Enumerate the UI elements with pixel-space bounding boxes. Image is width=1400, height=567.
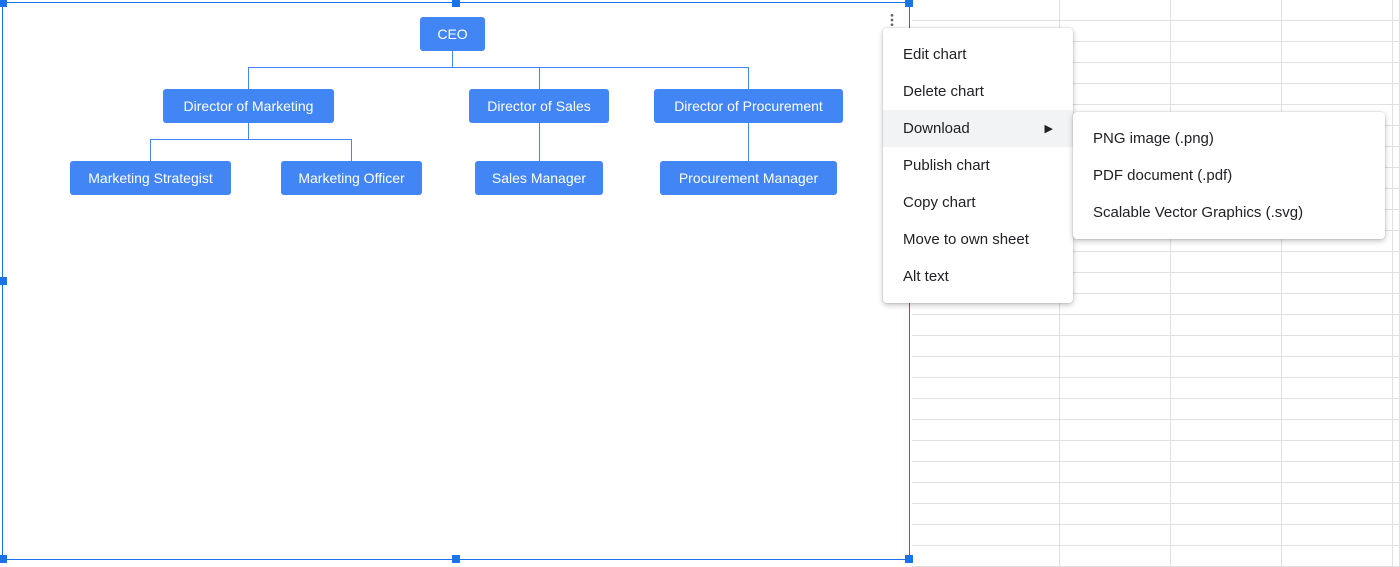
org-node-mkt-strategist[interactable]: Marketing Strategist xyxy=(70,161,231,195)
menu-item-label: PDF document (.pdf) xyxy=(1093,167,1232,184)
menu-item-label: Edit chart xyxy=(903,46,966,63)
menu-item-label: Alt text xyxy=(903,268,949,285)
org-node-dir-procurement[interactable]: Director of Procurement xyxy=(654,89,843,123)
menu-item-move-to-own-sheet[interactable]: Move to own sheet xyxy=(883,221,1073,258)
org-connector xyxy=(248,67,749,68)
org-connector xyxy=(150,139,351,140)
menu-item-label: Publish chart xyxy=(903,157,990,174)
org-connector xyxy=(748,67,749,89)
org-chart: CEO Director of Marketing Director of Sa… xyxy=(3,3,909,559)
org-connector xyxy=(748,123,749,161)
menu-item-delete-chart[interactable]: Delete chart xyxy=(883,73,1073,110)
menu-item-edit-chart[interactable]: Edit chart xyxy=(883,36,1073,73)
chart-context-menu: Edit chart Delete chart Download ▶ Publi… xyxy=(883,28,1073,303)
menu-item-label: Download xyxy=(903,120,970,137)
menu-item-label: Move to own sheet xyxy=(903,231,1029,248)
menu-item-download-svg[interactable]: Scalable Vector Graphics (.svg) xyxy=(1073,194,1385,231)
menu-item-copy-chart[interactable]: Copy chart xyxy=(883,184,1073,221)
org-node-procurement-manager[interactable]: Procurement Manager xyxy=(660,161,837,195)
org-connector xyxy=(150,139,151,161)
org-connector xyxy=(539,67,540,89)
menu-item-download-png[interactable]: PNG image (.png) xyxy=(1073,120,1385,157)
chart-container[interactable]: CEO Director of Marketing Director of Sa… xyxy=(2,2,910,560)
org-node-mkt-officer[interactable]: Marketing Officer xyxy=(281,161,422,195)
menu-item-label: PNG image (.png) xyxy=(1093,130,1214,147)
chevron-right-icon: ▶ xyxy=(1045,122,1053,135)
menu-item-label: Delete chart xyxy=(903,83,984,100)
menu-item-alt-text[interactable]: Alt text xyxy=(883,258,1073,295)
menu-item-label: Scalable Vector Graphics (.svg) xyxy=(1093,204,1303,221)
download-submenu: PNG image (.png) PDF document (.pdf) Sca… xyxy=(1073,112,1385,239)
org-connector xyxy=(539,123,540,161)
menu-item-publish-chart[interactable]: Publish chart xyxy=(883,147,1073,184)
org-connector xyxy=(248,123,249,139)
menu-item-download-pdf[interactable]: PDF document (.pdf) xyxy=(1073,157,1385,194)
org-node-sales-manager[interactable]: Sales Manager xyxy=(475,161,603,195)
menu-item-label: Copy chart xyxy=(903,194,976,211)
org-connector xyxy=(351,139,352,161)
org-node-dir-marketing[interactable]: Director of Marketing xyxy=(163,89,334,123)
menu-item-download[interactable]: Download ▶ xyxy=(883,110,1073,147)
org-connector xyxy=(248,67,249,89)
org-node-dir-sales[interactable]: Director of Sales xyxy=(469,89,609,123)
org-node-ceo[interactable]: CEO xyxy=(420,17,485,51)
org-connector xyxy=(452,51,453,67)
